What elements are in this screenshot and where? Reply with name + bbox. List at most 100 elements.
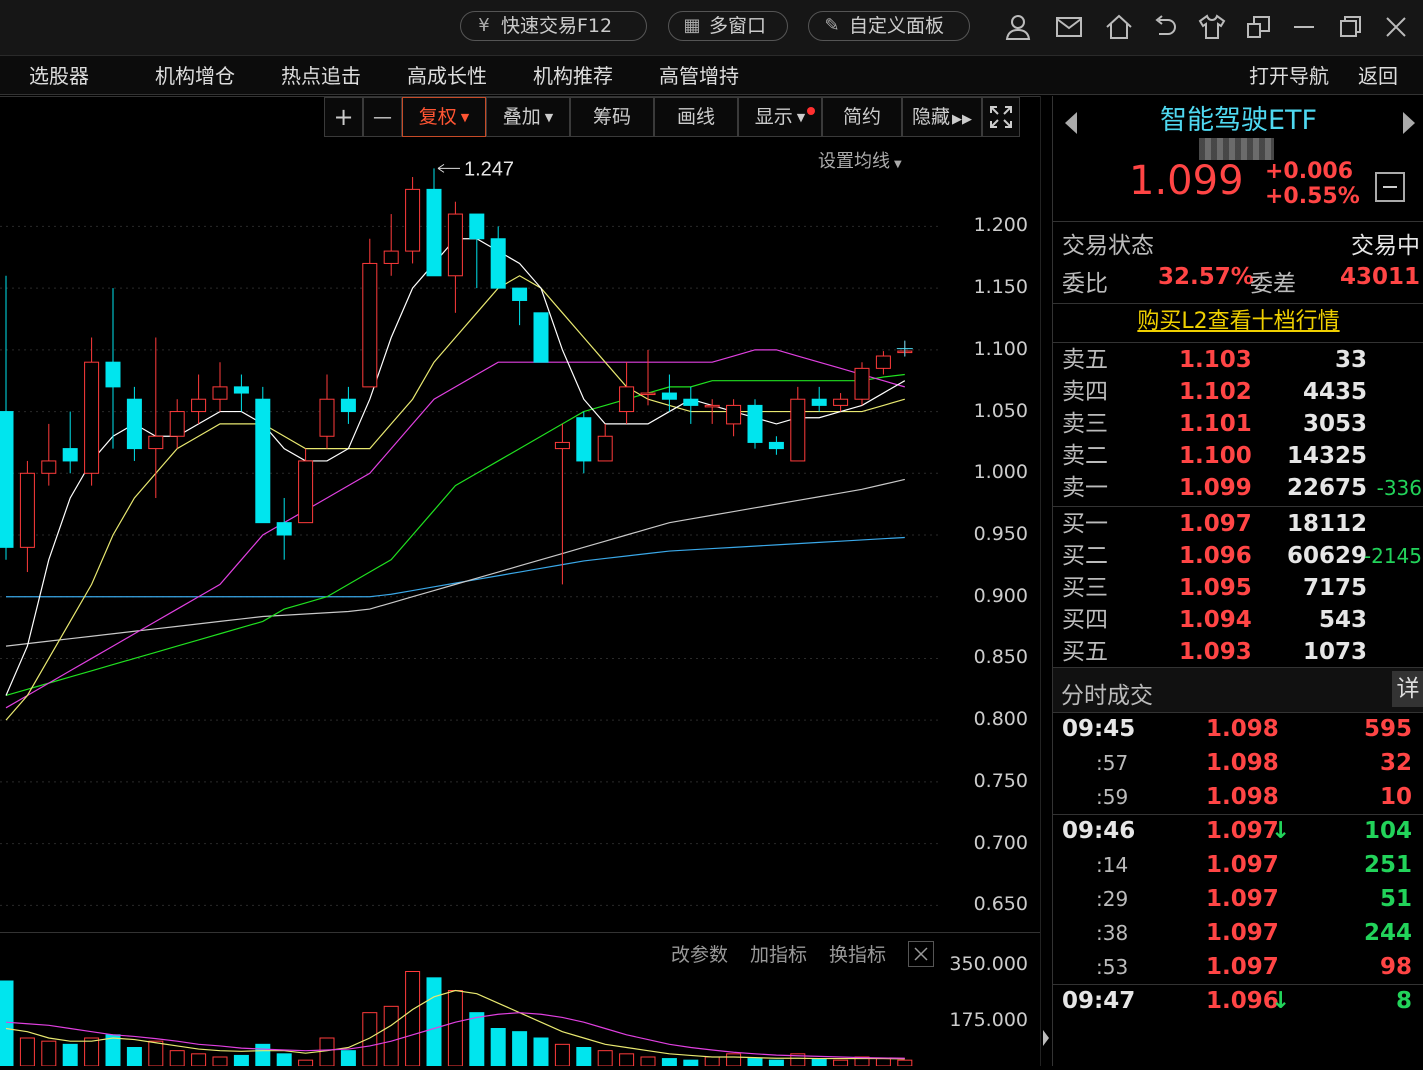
caret-down-icon: ▼ bbox=[460, 110, 470, 124]
restore-window-icon[interactable] bbox=[1243, 12, 1275, 44]
candle-body bbox=[41, 460, 57, 474]
security-name: 智能驾驶ETF bbox=[1159, 105, 1318, 136]
fuquan-button[interactable]: 复权 ▼ bbox=[402, 97, 486, 137]
candle-body bbox=[362, 262, 378, 388]
undo-icon[interactable] bbox=[1149, 12, 1181, 44]
trade-status-row: 交易状态 交易中 bbox=[1053, 226, 1423, 260]
candle-body bbox=[276, 522, 292, 536]
volume-axis: 350.000 175.000 bbox=[940, 933, 1038, 1066]
display-button[interactable]: 显示 ▼ bbox=[738, 97, 822, 137]
volume-chart[interactable] bbox=[0, 933, 940, 1066]
divider bbox=[1053, 342, 1423, 343]
ask-row[interactable]: 卖二 1.100 14325 bbox=[1053, 440, 1423, 472]
candle bbox=[811, 386, 827, 412]
ticks-title: 分时成交 bbox=[1061, 683, 1153, 709]
ask-row[interactable]: 卖三 1.101 3053 bbox=[1053, 408, 1423, 440]
volume-bar bbox=[0, 980, 14, 1066]
menu-item-stock-picker[interactable]: 选股器 bbox=[29, 56, 89, 94]
price-tick-label: 1.000 bbox=[973, 461, 1028, 484]
candle bbox=[726, 399, 742, 437]
tick-row: 09:47 1.096 ↓ 8 bbox=[1053, 984, 1423, 1018]
volume-bar bbox=[726, 1053, 742, 1066]
caret-down-icon: ▼ bbox=[544, 110, 554, 124]
volume-bar bbox=[191, 1053, 207, 1066]
overlay-button[interactable]: 叠加 ▼ bbox=[486, 97, 570, 137]
bid-row[interactable]: 买四 1.094 543 bbox=[1053, 604, 1423, 636]
candle bbox=[105, 288, 121, 449]
simple-mode-button[interactable]: 简约 bbox=[822, 97, 902, 137]
maximize-icon[interactable] bbox=[1334, 12, 1366, 44]
tick-price: 1.097 bbox=[1206, 920, 1279, 946]
candle bbox=[661, 374, 677, 412]
menu-item-institution-increase[interactable]: 机构增仓 bbox=[155, 56, 235, 94]
volume-bar bbox=[554, 1043, 570, 1066]
menu-item-high-growth[interactable]: 高成长性 bbox=[407, 56, 487, 94]
candle-body bbox=[811, 398, 827, 406]
zoom-out-button[interactable]: — bbox=[363, 97, 402, 137]
minimize-icon[interactable] bbox=[1288, 12, 1320, 44]
ask-row[interactable]: 卖五 1.103 33 bbox=[1053, 344, 1423, 376]
candle bbox=[41, 423, 57, 486]
bid-row[interactable]: 买五 1.093 1073 bbox=[1053, 636, 1423, 668]
candle bbox=[875, 351, 891, 375]
price-tick-label: 0.850 bbox=[973, 646, 1028, 669]
quick-trade-button[interactable]: ¥ 快速交易F12 bbox=[460, 11, 647, 41]
candle bbox=[383, 214, 399, 276]
candle-body bbox=[19, 472, 35, 548]
title-bar: ¥ 快速交易F12 ▦ 多窗口 ✎ 自定义面板 bbox=[0, 0, 1423, 56]
bid-price: 1.095 bbox=[1179, 575, 1252, 601]
tick-volume: 244 bbox=[1363, 920, 1412, 946]
fuquan-label: 复权 bbox=[418, 106, 457, 128]
candle bbox=[768, 436, 784, 455]
tick-price: 1.098 bbox=[1206, 716, 1279, 742]
quote-panel: 智能驾驶ETF 1.099 +0.006 +0.55% 交易状态 交易中 委比 … bbox=[1052, 96, 1423, 1066]
ask-row[interactable]: 卖一 1.099 22675 -336 bbox=[1053, 472, 1423, 504]
bid-delta: -2145 bbox=[1363, 544, 1422, 568]
candle-body bbox=[576, 417, 592, 462]
home-icon[interactable] bbox=[1103, 12, 1135, 44]
volume-bar bbox=[640, 1056, 656, 1066]
back-link[interactable]: 返回 bbox=[1358, 56, 1398, 94]
bid-row[interactable]: 买三 1.095 7175 bbox=[1053, 572, 1423, 604]
draw-line-button[interactable]: 画线 bbox=[654, 97, 738, 137]
multi-window-button[interactable]: ▦ 多窗口 bbox=[668, 11, 788, 41]
volume-bar bbox=[41, 1040, 57, 1066]
candle bbox=[362, 238, 378, 388]
ticks-detail-button[interactable]: 详 bbox=[1392, 671, 1423, 707]
volume-tick-label: 350.000 bbox=[949, 953, 1028, 976]
ask-label: 卖五 bbox=[1062, 347, 1108, 373]
candle bbox=[512, 287, 528, 326]
menu-item-executive-increase[interactable]: 高管增持 bbox=[659, 56, 739, 94]
menu-item-institution-recommend[interactable]: 机构推荐 bbox=[533, 56, 613, 94]
menu-item-hot-chase[interactable]: 热点追击 bbox=[281, 56, 361, 94]
blurred-code bbox=[1199, 138, 1274, 160]
candle bbox=[169, 399, 185, 449]
ask-row[interactable]: 卖四 1.102 4435 bbox=[1053, 376, 1423, 408]
buy-l2-link[interactable]: 购买L2查看十档行情 bbox=[1053, 304, 1423, 340]
tick-time: :14 bbox=[1096, 853, 1129, 877]
open-navigation-link[interactable]: 打开导航 bbox=[1249, 56, 1329, 94]
mail-icon[interactable] bbox=[1053, 12, 1085, 44]
hide-button[interactable]: 隐藏 ▶▶ bbox=[902, 97, 982, 137]
chips-button[interactable]: 筹码 bbox=[570, 97, 654, 137]
price-tick-label: 0.700 bbox=[973, 831, 1028, 854]
tick-price: 1.097 bbox=[1206, 954, 1279, 980]
collapse-button[interactable] bbox=[1375, 172, 1405, 202]
panel-resize-handle[interactable] bbox=[1041, 1010, 1051, 1066]
shirt-icon[interactable] bbox=[1196, 12, 1228, 44]
custom-panel-button[interactable]: ✎ 自定义面板 bbox=[808, 11, 970, 41]
candle-body bbox=[191, 398, 207, 413]
fullscreen-button[interactable] bbox=[982, 97, 1020, 137]
bid-row[interactable]: 买二 1.096 60629 -2145 bbox=[1053, 540, 1423, 572]
user-icon[interactable] bbox=[1002, 12, 1034, 44]
ask-label: 卖一 bbox=[1062, 475, 1108, 501]
zoom-in-button[interactable]: + bbox=[324, 97, 363, 137]
price-tick-label: 0.800 bbox=[973, 708, 1028, 731]
volume-bar bbox=[683, 1059, 699, 1066]
tick-volume: 32 bbox=[1379, 750, 1412, 776]
kline-chart[interactable]: 1.247 bbox=[0, 140, 940, 930]
bid-label: 买二 bbox=[1062, 543, 1108, 569]
chart-right-border bbox=[1040, 96, 1041, 1066]
bid-row[interactable]: 买一 1.097 18112 bbox=[1053, 508, 1423, 540]
close-icon[interactable] bbox=[1380, 12, 1412, 44]
